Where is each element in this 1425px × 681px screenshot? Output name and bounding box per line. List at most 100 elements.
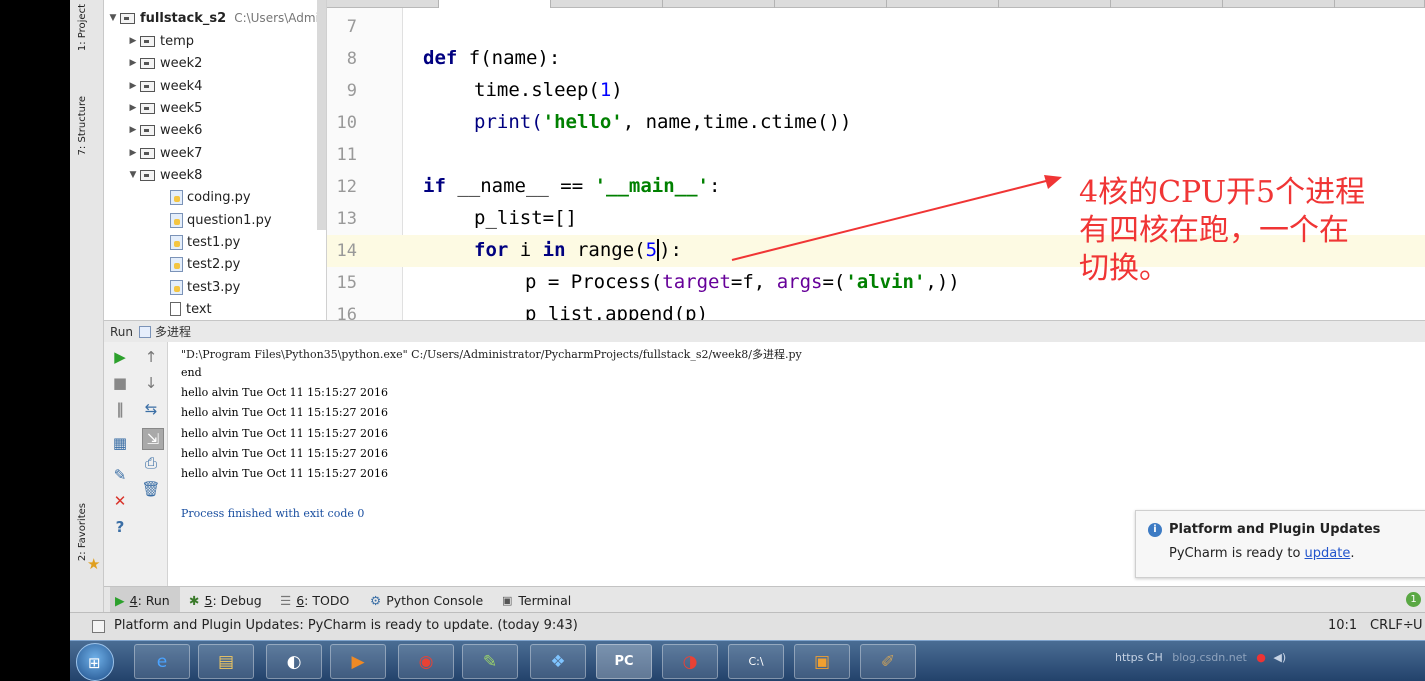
editor-tab[interactable] — [999, 0, 1111, 8]
chevron-right-icon[interactable]: ▶ — [126, 58, 140, 68]
chevron-right-icon[interactable]: ▶ — [126, 103, 140, 113]
update-notification[interactable]: i Platform and Plugin Updates PyCharm is… — [1135, 510, 1425, 578]
tree-root[interactable]: ▼ fullstack_s2 C:\Users\Admin — [106, 7, 327, 29]
tree-folder-week8[interactable]: ▼ week8 — [126, 164, 203, 186]
tree-file-question1[interactable]: question1.py — [170, 209, 272, 231]
ie-taskbar-icon[interactable]: e — [134, 644, 190, 679]
annotation-line: 有四核在跑，一个在 — [1079, 213, 1349, 248]
editor-tab[interactable] — [887, 0, 999, 8]
tree-root-path: C:\Users\Admin — [234, 11, 327, 25]
caret-position[interactable]: 10:1 — [1328, 618, 1357, 633]
editor-tab[interactable] — [775, 0, 887, 8]
terminal-tool-tab[interactable]: ▣ Terminal — [502, 587, 571, 613]
project-scrollbar[interactable] — [317, 0, 326, 230]
chevron-right-icon[interactable]: ▶ — [126, 148, 140, 158]
python-console-tool-tab[interactable]: ⚙ Python Console — [370, 587, 483, 613]
media-taskbar-icon[interactable]: ▶ — [330, 644, 386, 679]
paint-taskbar-icon[interactable]: ✐ — [860, 644, 916, 679]
tree-folder-week2[interactable]: ▶ week2 — [126, 52, 203, 74]
chevron-right-icon[interactable]: ▶ — [126, 36, 140, 46]
chrome-taskbar-icon[interactable]: ◉ — [398, 644, 454, 679]
tool-tab-label: : Debug — [212, 592, 262, 608]
update-link[interactable]: update — [1305, 546, 1351, 561]
tree-file-test1[interactable]: test1.py — [170, 231, 240, 253]
python-icon: ⚙ — [370, 592, 382, 608]
chevron-right-icon[interactable]: ▶ — [126, 81, 140, 91]
debug-tool-tab[interactable]: ✱ 5: Debug — [189, 587, 262, 613]
tool-window-bar: ▶ 4: Run ✱ 5: Debug ☰ 6: TODO ⚙ Python C… — [104, 586, 1425, 613]
print-icon[interactable]: ⎙ — [142, 454, 160, 472]
python-file-icon — [170, 189, 183, 205]
close-icon[interactable]: ✕ — [111, 492, 129, 510]
chevron-down-icon[interactable]: ▼ — [106, 13, 120, 23]
editor-tab-active[interactable] — [439, 0, 551, 8]
stop-icon[interactable]: ■ — [111, 374, 129, 392]
status-message[interactable]: Platform and Plugin Updates: PyCharm is … — [114, 618, 578, 633]
keyword-argument: args — [776, 271, 823, 293]
tree-folder-week5[interactable]: ▶ week5 — [126, 97, 203, 119]
pycharm-taskbar-icon[interactable]: PC — [596, 644, 652, 679]
project-tool-tab[interactable]: 1: Project — [77, 4, 88, 51]
run-tool-tab[interactable]: ▶ 4: Run — [110, 587, 180, 613]
info-icon: i — [1148, 523, 1162, 537]
editor-tab[interactable] — [663, 0, 775, 8]
help-icon[interactable]: ? — [111, 518, 129, 536]
todo-tool-tab[interactable]: ☰ 6: TODO — [280, 587, 349, 613]
window-toggle-icon[interactable] — [92, 620, 105, 633]
line-number: 12 — [336, 177, 357, 197]
structure-tool-tab[interactable]: 7: Structure — [77, 96, 88, 155]
keyword: def — [423, 47, 458, 69]
trash-icon[interactable]: 🗑 — [141, 480, 160, 498]
tree-file-test3[interactable]: test3.py — [170, 276, 240, 298]
folder-icon — [140, 169, 155, 181]
pin-icon[interactable]: ✎ — [111, 466, 129, 484]
app-taskbar-icon[interactable]: ❖ — [530, 644, 586, 679]
browser-taskbar-icon[interactable]: ◐ — [266, 644, 322, 679]
tree-folder-temp[interactable]: ▶ temp — [126, 30, 194, 52]
explorer-taskbar-icon[interactable]: ▤ — [198, 644, 254, 679]
tree-file-test2[interactable]: test2.py — [170, 253, 240, 275]
windows-logo-icon: ⊞ — [88, 654, 101, 672]
keyword: in — [542, 239, 566, 261]
presentation-taskbar-icon[interactable]: ◑ — [662, 644, 718, 679]
editor-tab[interactable] — [551, 0, 663, 8]
rerun-icon[interactable]: ▶ — [111, 348, 129, 366]
tree-folder-week4[interactable]: ▶ week4 — [126, 75, 203, 97]
pause-icon[interactable]: ‖ — [111, 400, 129, 418]
notes-taskbar-icon[interactable]: ✎ — [462, 644, 518, 679]
scroll-to-end-icon[interactable]: ⇲ — [142, 428, 164, 450]
editor-tab[interactable] — [1335, 0, 1425, 8]
folder-icon — [140, 35, 155, 47]
tree-folder-week7[interactable]: ▶ week7 — [126, 142, 203, 164]
editor-tab[interactable] — [1223, 0, 1335, 8]
status-bar: Platform and Plugin Updates: PyCharm is … — [70, 612, 1425, 640]
soft-wrap-icon[interactable]: ⇆ — [142, 400, 160, 418]
event-log-badge[interactable]: 1 — [1406, 592, 1421, 607]
console-line: hello alvin Tue Oct 11 15:15:27 2016 — [181, 467, 389, 480]
cmd-taskbar-icon[interactable]: C:\ — [728, 644, 784, 679]
file-encoding[interactable]: U — [1413, 618, 1423, 633]
line-number: 13 — [336, 209, 357, 229]
editor-tab[interactable] — [327, 0, 439, 8]
tree-folder-label: temp — [160, 33, 195, 49]
start-button[interactable]: ⊞ — [76, 643, 114, 681]
code-line-16: p_list.append(p) — [525, 303, 709, 320]
code-text: range( — [565, 239, 646, 261]
editor-tab-bar — [327, 0, 1425, 8]
layout-icon[interactable]: ▦ — [111, 434, 129, 452]
chevron-right-icon[interactable]: ▶ — [126, 125, 140, 135]
keyword: for — [474, 239, 509, 261]
arrow-up-icon[interactable]: ↑ — [142, 348, 160, 366]
tool-tab-label: : TODO — [304, 592, 350, 608]
volume-icon[interactable]: ◀) — [1273, 651, 1286, 664]
editor-tab[interactable] — [1111, 0, 1223, 8]
tree-folder-week6[interactable]: ▶ week6 — [126, 119, 203, 141]
favorites-tool-tab[interactable]: 2: Favorites — [77, 503, 88, 561]
chevron-down-icon[interactable]: ▼ — [126, 170, 140, 180]
toolbox-taskbar-icon[interactable]: ▣ — [794, 644, 850, 679]
line-separator[interactable]: CRLF÷ — [1370, 618, 1414, 633]
tree-file-coding[interactable]: coding.py — [170, 186, 251, 208]
code-text: =( — [822, 271, 846, 293]
tree-file-text[interactable]: text — [170, 298, 212, 320]
arrow-down-icon[interactable]: ↓ — [142, 374, 160, 392]
